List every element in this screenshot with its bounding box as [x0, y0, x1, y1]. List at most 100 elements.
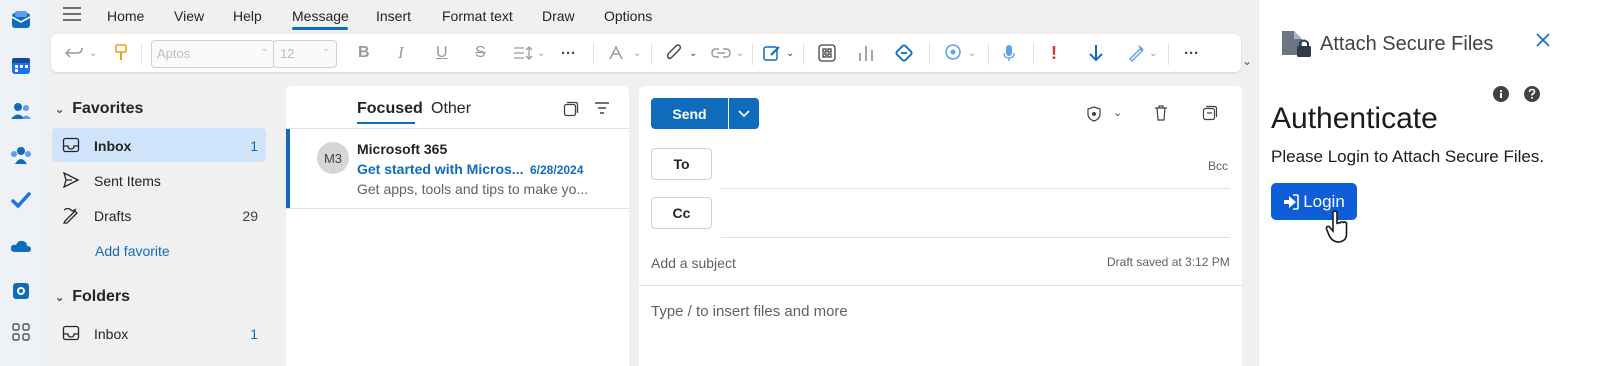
font-name-value: Aptos	[157, 46, 191, 61]
menu-draw[interactable]: Draw	[542, 8, 575, 24]
undo-dropdown-icon[interactable]: ⌄	[89, 43, 97, 63]
secure-file-icon	[1280, 29, 1314, 64]
low-importance-icon[interactable]	[1089, 43, 1103, 63]
favorites-header[interactable]: ⌄ Favorites	[55, 100, 143, 118]
ribbon-separator	[929, 43, 930, 65]
undo-icon[interactable]	[65, 43, 83, 63]
message-body-input[interactable]: Type / to insert files and more	[651, 303, 848, 320]
calendar-app-icon[interactable]	[9, 54, 33, 78]
mail-app-icon[interactable]	[9, 8, 33, 32]
sensitivity-icon[interactable]	[1127, 43, 1145, 63]
more-apps-icon[interactable]	[9, 320, 33, 344]
chevron-down-icon[interactable]: ⌄	[786, 43, 794, 63]
favorite-inbox[interactable]: Inbox 1	[52, 128, 266, 162]
draft-saved-status: Draft saved at 3:12 PM	[1107, 255, 1230, 269]
message-list-item[interactable]: M3 Microsoft 365 Get started with Micros…	[286, 129, 629, 209]
chevron-down-icon[interactable]: ⌄	[1113, 106, 1122, 119]
chevron-down-icon[interactable]: ⌄	[633, 43, 641, 63]
chevron-down-icon[interactable]: ⌄	[736, 43, 744, 63]
chevron-down-icon[interactable]: ⌄	[968, 43, 976, 63]
message-subject: Get started with Micros...	[357, 161, 524, 177]
chevron-down-icon: ⌄	[55, 292, 65, 304]
loop-icon[interactable]	[894, 43, 914, 63]
chevron-down-icon: ⌄	[322, 43, 331, 54]
to-button[interactable]: To	[651, 148, 712, 180]
insights-icon[interactable]	[858, 43, 874, 63]
select-mode-icon[interactable]	[563, 101, 579, 122]
help-icon[interactable]	[1524, 86, 1540, 107]
menu-options[interactable]: Options	[604, 8, 652, 24]
todo-app-icon[interactable]	[9, 188, 33, 212]
line-spacing-icon[interactable]	[513, 43, 533, 63]
format-painter-icon[interactable]	[114, 43, 128, 63]
divider	[639, 285, 1242, 286]
underline-icon[interactable]: U	[436, 43, 448, 63]
menu-help[interactable]: Help	[233, 8, 262, 24]
copilot-icon[interactable]	[944, 43, 964, 63]
chevron-down-icon[interactable]: ⌄	[1149, 43, 1157, 63]
pop-out-icon[interactable]	[1202, 105, 1218, 126]
folders-header[interactable]: ⌄ Folders	[55, 288, 130, 306]
to-field-underline	[721, 188, 1230, 189]
groups-app-icon[interactable]	[9, 143, 33, 167]
inbox-icon	[62, 324, 80, 342]
menu-home[interactable]: Home	[107, 8, 144, 24]
hamburger-menu-icon[interactable]	[63, 7, 81, 26]
apps-icon[interactable]	[818, 43, 836, 63]
sign-in-icon	[1284, 193, 1299, 210]
bold-icon[interactable]: B	[358, 43, 370, 63]
chevron-down-icon[interactable]: ⌄	[537, 43, 545, 63]
menu-view[interactable]: View	[174, 8, 204, 24]
addin-app-icon[interactable]	[9, 279, 33, 303]
folder-inbox[interactable]: Inbox 1	[52, 316, 266, 350]
sensitivity-shield-icon[interactable]	[1087, 106, 1101, 127]
login-label: Login	[1303, 191, 1345, 211]
styles-icon[interactable]	[608, 43, 626, 63]
font-size-value: 12	[280, 46, 295, 61]
onedrive-app-icon[interactable]	[9, 234, 33, 258]
cc-button[interactable]: Cc	[651, 197, 712, 229]
info-icon[interactable]	[1493, 86, 1509, 107]
menu-format-text[interactable]: Format text	[442, 8, 513, 24]
addin-title: Attach Secure Files	[1320, 33, 1494, 55]
menu-insert[interactable]: Insert	[376, 8, 411, 24]
people-app-icon[interactable]	[9, 99, 33, 123]
menu-bar: Home View Help Message Insert Format tex…	[43, 0, 1293, 32]
menu-message[interactable]: Message	[292, 8, 349, 24]
subject-input[interactable]: Add a subject	[651, 255, 736, 271]
send-options-button[interactable]	[729, 98, 759, 129]
link-icon[interactable]	[711, 43, 731, 63]
filter-icon[interactable]	[594, 101, 610, 120]
close-icon[interactable]	[1535, 32, 1551, 53]
favorite-drafts[interactable]: Drafts 29	[52, 198, 266, 232]
signature-icon[interactable]	[763, 43, 781, 63]
font-size-select[interactable]: 12 ⌄	[273, 40, 337, 68]
folder-pane: ⌄ Favorites Inbox 1 Sent Items Drafts 29 …	[43, 86, 284, 366]
folder-label: Drafts	[94, 208, 132, 224]
chevron-down-icon[interactable]: ⌄	[689, 43, 697, 63]
folders-label: Folders	[72, 288, 131, 305]
expand-ribbon-icon[interactable]: ⌄	[1242, 54, 1252, 68]
high-importance-icon[interactable]: !	[1051, 43, 1057, 63]
ribbon-separator	[651, 43, 652, 65]
chevron-down-icon: ⌄	[260, 43, 269, 54]
italic-icon[interactable]: I	[398, 43, 404, 63]
bcc-button[interactable]: Bcc	[1208, 159, 1228, 173]
message-preview: Get apps, tools and tips to make yo...	[357, 181, 589, 197]
add-favorite-link[interactable]: Add favorite	[95, 243, 170, 259]
dictate-icon[interactable]	[1003, 43, 1015, 63]
ribbon-separator	[593, 43, 594, 65]
strikethrough-icon[interactable]: S	[475, 43, 486, 63]
send-icon	[62, 171, 80, 189]
tab-focused[interactable]: Focused	[357, 100, 423, 118]
favorite-sent-items[interactable]: Sent Items	[52, 163, 266, 197]
tab-other[interactable]: Other	[431, 100, 471, 118]
send-button[interactable]: Send	[651, 98, 728, 129]
more-options-icon[interactable]: ···	[561, 43, 576, 63]
attach-file-icon[interactable]	[666, 43, 682, 63]
folder-label: Sent Items	[94, 173, 161, 189]
font-name-select[interactable]: Aptos ⌄	[151, 40, 275, 68]
discard-icon[interactable]	[1154, 105, 1168, 126]
more-commands-icon[interactable]: ···	[1184, 43, 1199, 63]
active-tab-indicator	[357, 122, 415, 124]
